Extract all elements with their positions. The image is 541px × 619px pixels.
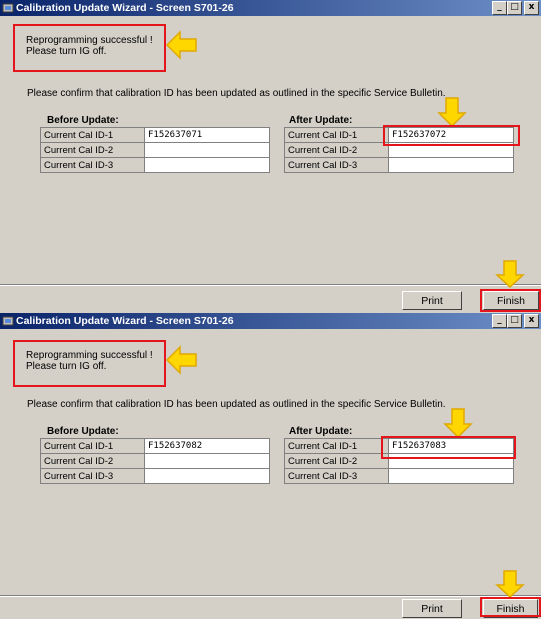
table-row: Current Cal ID-1 F152637082	[40, 438, 270, 454]
after-update-label: After Update:	[289, 115, 353, 126]
cal-id-label: Current Cal ID-2	[284, 142, 389, 158]
table-row: Current Cal ID-3	[40, 468, 270, 484]
cal-id-label: Current Cal ID-2	[40, 453, 145, 469]
close-button[interactable]: x	[524, 1, 539, 15]
table-row: Current Cal ID-3	[284, 157, 514, 173]
down-arrow-icon	[443, 408, 473, 438]
cal-id-value: F152637071	[144, 127, 270, 143]
table-row: Current Cal ID-3	[40, 157, 270, 173]
cal-id-label: Current Cal ID-3	[40, 157, 145, 173]
wizard-window-1: Calibration Update Wizard - Screen S701-…	[0, 0, 541, 312]
down-arrow-icon	[495, 260, 525, 288]
app-icon	[2, 316, 14, 326]
separator	[0, 284, 541, 286]
cal-id-label: Current Cal ID-1	[40, 127, 145, 143]
cal-id-label: Current Cal ID-1	[284, 127, 389, 143]
cal-id-value	[144, 142, 270, 158]
window-title: Calibration Update Wizard - Screen S701-…	[16, 315, 234, 327]
before-update-label: Before Update:	[47, 426, 119, 437]
maximize-button[interactable]: □	[507, 1, 522, 15]
wizard-window-2: Calibration Update Wizard - Screen S701-…	[0, 313, 541, 618]
table-row: Current Cal ID-2	[40, 453, 270, 469]
table-row: Current Cal ID-2	[40, 142, 270, 158]
before-update-label: Before Update:	[47, 115, 119, 126]
minimize-button[interactable]: _	[492, 314, 507, 328]
cal-id-label: Current Cal ID-2	[40, 142, 145, 158]
print-button[interactable]: Print	[402, 291, 462, 310]
separator	[0, 595, 541, 597]
window-title: Calibration Update Wizard - Screen S701-…	[16, 2, 234, 14]
app-icon	[2, 3, 14, 13]
table-row: Current Cal ID-3	[284, 468, 514, 484]
instruction-text: Please confirm that calibration ID has b…	[27, 399, 446, 410]
success-message: Reprogramming successful !	[26, 350, 153, 361]
before-update-table: Current Cal ID-1 F152637071 Current Cal I…	[40, 127, 270, 173]
cal-id-value	[388, 157, 514, 173]
turn-ig-off-message: Please turn IG off.	[26, 46, 107, 57]
print-button[interactable]: Print	[402, 599, 462, 618]
cal-id-value	[144, 468, 270, 484]
turn-ig-off-message: Please turn IG off.	[26, 361, 107, 372]
title-bar[interactable]: Calibration Update Wizard - Screen S701-…	[0, 0, 541, 16]
cal-id-value	[144, 453, 270, 469]
minimize-button[interactable]: _	[492, 1, 507, 15]
after-update-label: After Update:	[289, 426, 353, 437]
down-arrow-icon	[437, 97, 467, 127]
cal-id-label: Current Cal ID-3	[284, 157, 389, 173]
cal-id-label: Current Cal ID-3	[40, 468, 145, 484]
table-row: Current Cal ID-1 F152637071	[40, 127, 270, 143]
left-arrow-icon	[166, 30, 197, 60]
cal-id-value: F152637082	[144, 438, 270, 454]
before-update-table: Current Cal ID-1 F152637082 Current Cal I…	[40, 438, 270, 484]
instruction-text: Please confirm that calibration ID has b…	[27, 88, 446, 99]
cal-id-label: Current Cal ID-3	[284, 468, 389, 484]
left-arrow-icon	[166, 345, 197, 375]
cal-id-label: Current Cal ID-1	[40, 438, 145, 454]
down-arrow-icon	[495, 570, 525, 598]
cal-id-label: Current Cal ID-2	[284, 453, 389, 469]
finish-highlight-box	[480, 289, 541, 312]
after-id-highlight-box	[383, 125, 520, 146]
success-message: Reprogramming successful !	[26, 35, 153, 46]
close-button[interactable]: x	[524, 314, 539, 328]
cal-id-value	[388, 468, 514, 484]
cal-id-value	[144, 157, 270, 173]
maximize-button[interactable]: □	[507, 314, 522, 328]
cal-id-label: Current Cal ID-1	[284, 438, 389, 454]
title-bar[interactable]: Calibration Update Wizard - Screen S701-…	[0, 313, 541, 329]
finish-highlight-box	[480, 597, 541, 617]
after-id-highlight-box	[381, 436, 516, 459]
